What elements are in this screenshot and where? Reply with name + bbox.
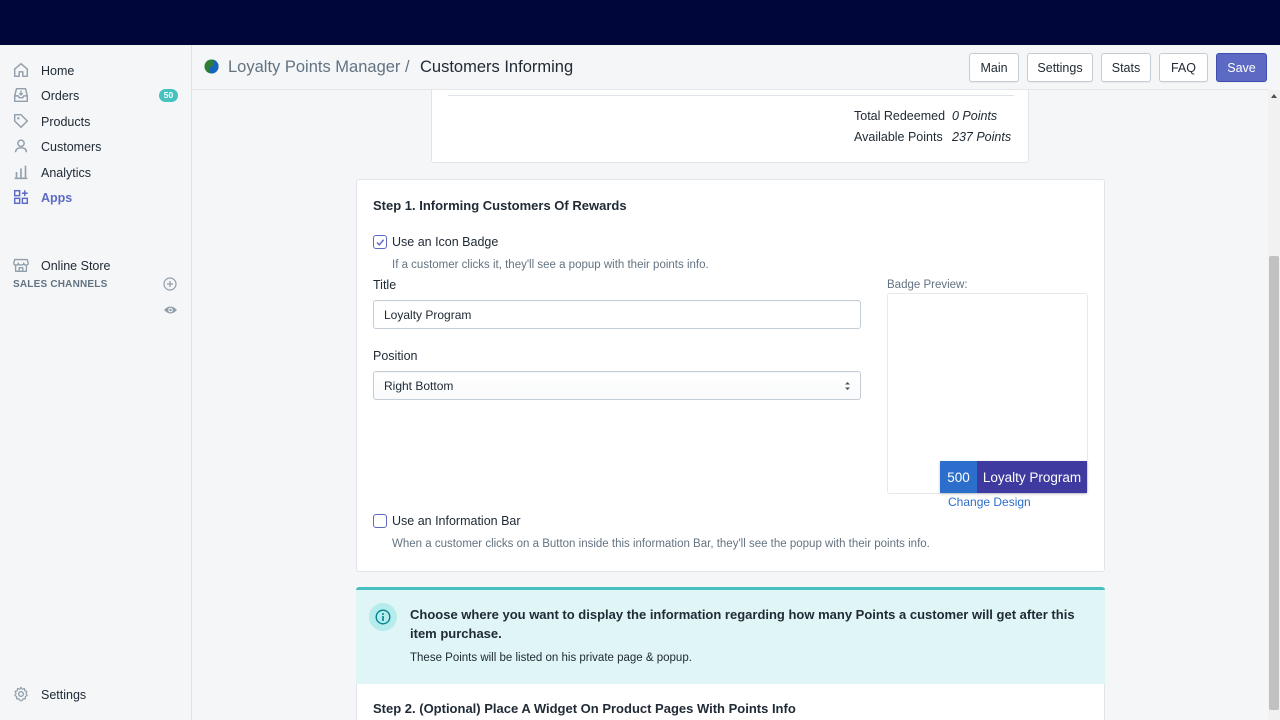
stats-button[interactable]: Stats bbox=[1101, 53, 1151, 82]
breadcrumb-app-name[interactable]: Loyalty Points Manager bbox=[228, 58, 400, 77]
sidebar-item-orders[interactable]: Orders 50 bbox=[0, 83, 191, 108]
icon-badge-checkbox[interactable] bbox=[373, 235, 387, 249]
sidebar-item-products[interactable]: Products bbox=[0, 109, 191, 134]
available-points-label: Available Points bbox=[854, 130, 943, 144]
icon-badge-help: If a customer clicks it, they'll see a p… bbox=[392, 259, 709, 271]
checkmark-icon bbox=[375, 238, 384, 246]
apps-icon bbox=[13, 189, 29, 205]
total-redeemed-value: 0 Points bbox=[952, 109, 998, 123]
add-channel-icon[interactable] bbox=[163, 277, 177, 291]
save-button[interactable]: Save bbox=[1216, 53, 1267, 82]
sidebar-item-online-store[interactable]: Online Store bbox=[0, 253, 191, 278]
sidebar-item-label: Settings bbox=[41, 687, 87, 702]
sidebar-item-label: Orders bbox=[41, 88, 80, 103]
home-icon bbox=[13, 62, 29, 78]
sidebar-item-label: Home bbox=[41, 63, 75, 78]
step2-card: Step 2. (Optional) Place A Widget On Pro… bbox=[356, 684, 1105, 720]
info-bar-label[interactable]: Use an Information Bar bbox=[392, 514, 521, 528]
position-select[interactable]: Right Bottom bbox=[373, 371, 861, 400]
total-redeemed-label: Total Redeemed bbox=[854, 109, 946, 123]
change-design-link[interactable]: Change Design bbox=[948, 495, 1031, 509]
badge-program-title: Loyalty Program bbox=[977, 461, 1087, 493]
step2-heading: Step 2. (Optional) Place A Widget On Pro… bbox=[373, 701, 796, 716]
main-button[interactable]: Main bbox=[969, 53, 1019, 82]
sidebar-item-label: Products bbox=[41, 114, 91, 129]
divider bbox=[448, 95, 1014, 96]
select-arrows-icon bbox=[845, 382, 850, 390]
sidebar-item-settings[interactable]: Settings bbox=[0, 682, 191, 707]
sidebar-item-home[interactable]: Home bbox=[0, 58, 191, 83]
top-bar bbox=[0, 0, 1280, 45]
banner-body: These Points will be listed on his priva… bbox=[410, 652, 692, 664]
page-title: Customers Informing bbox=[420, 58, 574, 76]
sidebar-item-label: Customers bbox=[41, 139, 102, 154]
orders-count-badge: 50 bbox=[159, 89, 178, 102]
main-content: Total Redeemed 0 Points Available Points… bbox=[192, 45, 1268, 720]
title-input[interactable]: Loyalty Program bbox=[373, 300, 861, 329]
sidebar-item-label: Apps bbox=[41, 190, 73, 205]
store-icon bbox=[13, 258, 29, 272]
sidebar-item-label: Online Store bbox=[41, 258, 111, 273]
info-banner: Choose where you want to display the inf… bbox=[356, 587, 1105, 687]
gear-icon bbox=[14, 686, 28, 702]
step1-heading: Step 1. Informing Customers Of Rewards bbox=[373, 198, 627, 213]
sales-channels-heading: SALES CHANNELS bbox=[13, 279, 108, 290]
app-title-bar: Loyalty Points Manager / Customers Infor… bbox=[192, 45, 1268, 90]
app-logo-icon bbox=[204, 59, 219, 74]
scrollbar-thumb[interactable] bbox=[1269, 256, 1279, 710]
info-bar-checkbox[interactable] bbox=[373, 514, 387, 528]
badge-preview-label: Badge Preview: bbox=[887, 279, 968, 291]
person-icon bbox=[14, 139, 28, 153]
sidebar-item-label: Analytics bbox=[41, 165, 92, 180]
bar-chart-icon bbox=[14, 165, 28, 180]
sidebar-item-customers[interactable]: Customers bbox=[0, 134, 191, 159]
scroll-up-arrow-icon[interactable] bbox=[1270, 92, 1278, 100]
position-select-value: Right Bottom bbox=[384, 378, 454, 393]
sidebar-item-analytics[interactable]: Analytics bbox=[0, 160, 191, 185]
step1-card: Step 1. Informing Customers Of Rewards U… bbox=[356, 179, 1105, 572]
title-label: Title bbox=[373, 278, 397, 292]
tag-icon bbox=[13, 113, 29, 129]
eye-icon[interactable] bbox=[163, 304, 178, 316]
settings-button[interactable]: Settings bbox=[1027, 53, 1093, 82]
orders-icon bbox=[13, 87, 29, 103]
faq-button[interactable]: FAQ bbox=[1159, 53, 1208, 82]
loyalty-badge-preview: 500 Loyalty Program bbox=[940, 461, 1087, 493]
breadcrumb-separator: / bbox=[405, 58, 410, 76]
info-icon bbox=[375, 609, 391, 625]
info-bar-help: When a customer clicks on a Button insid… bbox=[392, 538, 930, 550]
icon-badge-label[interactable]: Use an Icon Badge bbox=[392, 235, 498, 249]
position-label: Position bbox=[373, 349, 418, 363]
badge-points-number: 500 bbox=[940, 461, 977, 493]
available-points-value: 237 Points bbox=[952, 130, 1012, 144]
sidebar: Home Orders 50 Products Customers Analyt… bbox=[0, 45, 192, 720]
banner-title: Choose where you want to display the inf… bbox=[410, 607, 1075, 641]
sidebar-item-apps[interactable]: Apps bbox=[0, 185, 191, 210]
